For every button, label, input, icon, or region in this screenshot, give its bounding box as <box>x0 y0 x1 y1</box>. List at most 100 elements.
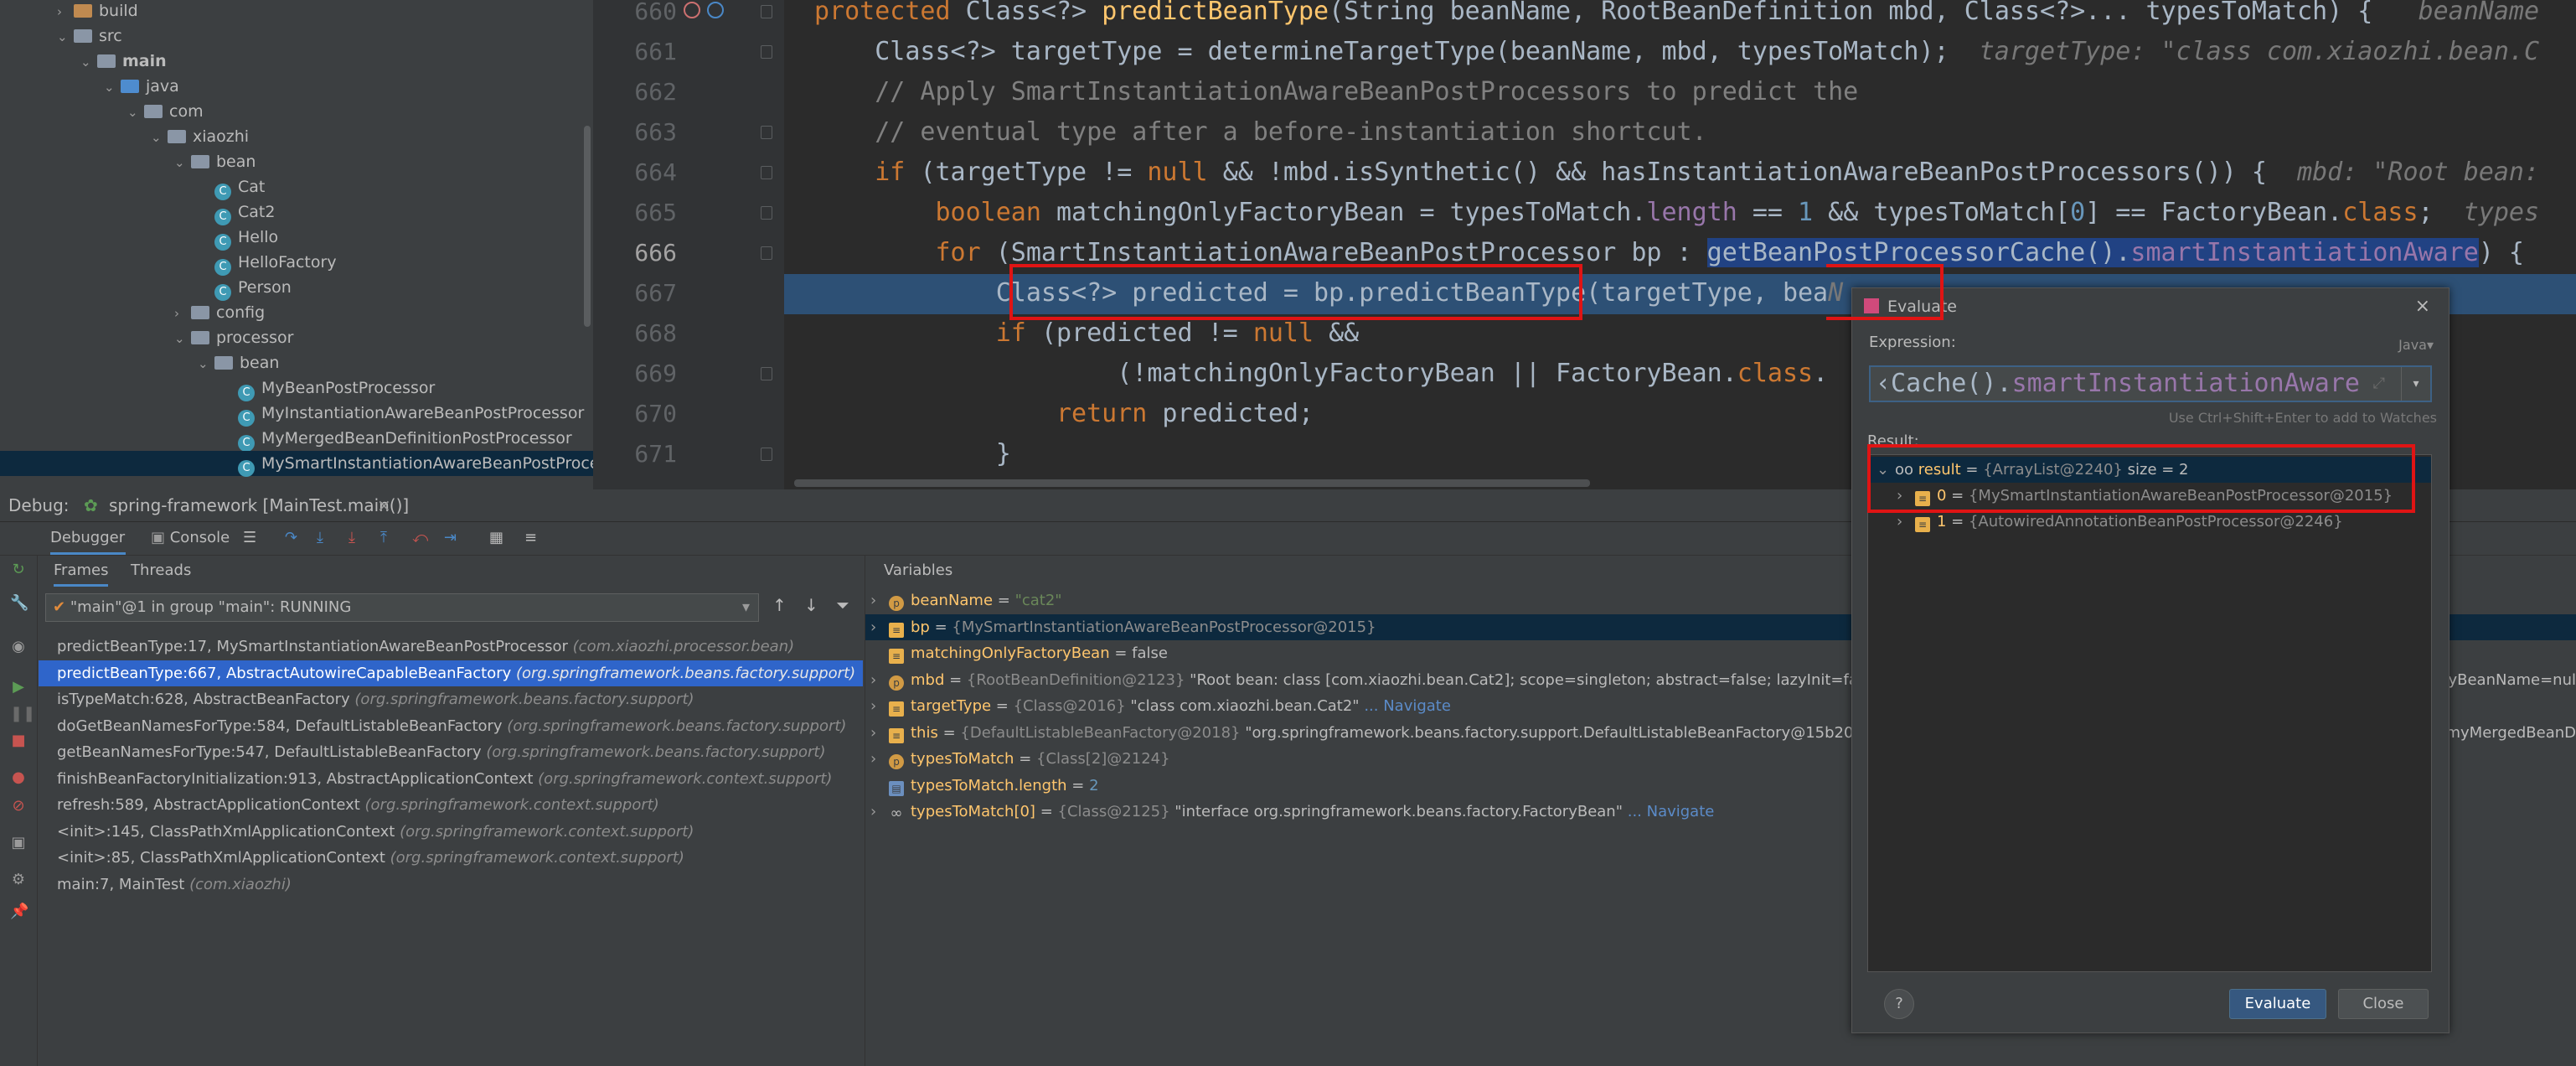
run-to-cursor-icon[interactable]: ⇥ <box>444 521 457 555</box>
history-dropdown-icon[interactable]: ▾ <box>2401 367 2430 401</box>
fold-marker-icon[interactable] <box>761 45 772 59</box>
stack-frame[interactable]: predictBeanType:17, MySmartInstantiation… <box>39 634 863 660</box>
code-line[interactable]: boolean matchingOnlyFactoryBean = typesT… <box>814 193 2539 233</box>
chevron-down-icon[interactable]: ⌄ <box>127 100 144 125</box>
chevron-down-icon[interactable]: ⌄ <box>104 75 121 100</box>
implemented-marker-icon[interactable] <box>707 2 724 18</box>
layout-icon[interactable]: ≡ <box>524 521 537 555</box>
breakpoints-icon[interactable]: ● <box>10 769 27 786</box>
expand-icon[interactable]: ⤢ <box>2373 367 2385 401</box>
stack-frame[interactable]: <init>:145, ClassPathXmlApplicationConte… <box>39 819 863 845</box>
rerun-icon[interactable]: ↻ <box>10 561 27 578</box>
chevron-right-icon[interactable]: › <box>870 667 889 693</box>
tree-item[interactable]: C Person <box>0 275 593 301</box>
chevron-down-icon[interactable]: ⌄ <box>57 24 74 49</box>
view-breakpoints-eye-icon[interactable]: ◉ <box>10 639 27 655</box>
fold-marker-icon[interactable] <box>761 206 772 220</box>
fold-marker-icon[interactable] <box>761 166 772 179</box>
camera-icon[interactable]: ▣ <box>10 835 27 851</box>
line-number[interactable]: 667 <box>593 273 677 313</box>
code-line[interactable]: return predicted; <box>814 394 1314 434</box>
fold-marker-icon[interactable] <box>761 448 772 461</box>
chevron-down-icon[interactable]: ⌄ <box>198 351 214 376</box>
force-step-into-icon[interactable]: ⤓ <box>348 521 355 555</box>
chevron-right-icon[interactable]: › <box>870 720 889 746</box>
help-button[interactable]: ? <box>1884 989 1914 1019</box>
step-over-icon[interactable]: ↷ <box>285 521 297 555</box>
override-marker-icon[interactable] <box>684 2 700 18</box>
code-line[interactable]: // Apply SmartInstantiationAwareBeanPost… <box>814 72 1858 112</box>
mute-breakpoints-icon[interactable]: ⊘ <box>10 798 27 815</box>
close-icon[interactable]: × <box>2415 288 2430 325</box>
tree-item[interactable]: ⌄ bean <box>0 149 593 174</box>
chevron-right-icon[interactable]: › <box>174 301 191 326</box>
project-tree[interactable]: › build ⌄ src ⌄ main ⌄ java ⌄ com ⌄ xiaozhi ⌄ bean C Ca… <box>0 0 593 489</box>
tree-item[interactable]: ⌄ main <box>0 49 593 74</box>
tree-item[interactable]: ⌄ src <box>0 23 593 49</box>
tree-item[interactable]: › config <box>0 300 593 325</box>
tree-item[interactable]: C MyMergedBeanDefinitionPostProcessor <box>0 426 593 452</box>
stack-frame[interactable]: isTypeMatch:628, AbstractBeanFactory (or… <box>39 686 863 712</box>
fold-marker-icon[interactable] <box>761 126 772 139</box>
code-line[interactable]: // eventual type after a before-instanti… <box>814 112 1706 153</box>
line-number[interactable]: 663 <box>593 112 677 153</box>
menu-icon[interactable]: ☰ <box>243 521 256 555</box>
chevron-right-icon[interactable]: › <box>870 587 889 613</box>
evaluate-button[interactable]: Evaluate <box>2229 989 2326 1019</box>
chevron-right-icon[interactable]: › <box>870 614 889 640</box>
stack-frame[interactable]: main:7, MainTest (com.xiaozhi) <box>39 872 863 898</box>
pin-icon[interactable]: 📌 <box>10 903 28 920</box>
chevron-right-icon[interactable]: › <box>870 693 889 719</box>
code-line[interactable]: protected Class<?> predictBeanType(Strin… <box>814 0 2539 32</box>
stack-frame[interactable]: predictBeanType:667, AbstractAutowireCap… <box>39 660 863 686</box>
gear-icon[interactable]: ⚙ <box>10 872 27 888</box>
fold-marker-icon[interactable] <box>761 246 772 260</box>
tree-scrollbar[interactable] <box>584 126 591 327</box>
line-number[interactable]: 668 <box>593 313 677 354</box>
language-selector[interactable]: Java▾ <box>2398 337 2434 353</box>
tree-item[interactable]: C MyBeanPostProcessor <box>0 375 593 401</box>
evaluate-icon[interactable]: ▦ <box>489 521 503 555</box>
code-line[interactable]: Class<?> targetType = determineTargetTyp… <box>814 32 2539 72</box>
fold-marker-icon[interactable] <box>761 367 772 380</box>
resume-icon[interactable]: ▶ <box>10 679 27 696</box>
code-line[interactable]: (!matchingOnlyFactoryBean || FactoryBean… <box>814 354 1828 394</box>
fold-marker-icon[interactable] <box>761 5 772 18</box>
chevron-down-icon[interactable]: ⌄ <box>80 49 97 75</box>
tab-console[interactable]: ▣ Console <box>151 521 230 555</box>
chevron-down-icon[interactable]: ⌄ <box>174 326 191 351</box>
line-number[interactable]: 662 <box>593 72 677 112</box>
chevron-down-icon[interactable]: ⌄ <box>151 125 168 150</box>
tree-item[interactable]: C Cat2 <box>0 199 593 225</box>
tree-item[interactable]: ⌄ com <box>0 99 593 124</box>
stack-frame[interactable]: refresh:589, AbstractApplicationContext … <box>39 792 863 818</box>
line-number[interactable]: 664 <box>593 153 677 193</box>
horizontal-scrollbar[interactable] <box>794 479 1590 487</box>
line-number[interactable]: 669 <box>593 354 677 394</box>
chevron-down-icon[interactable]: ⌄ <box>174 150 191 175</box>
navigate-link[interactable]: ... Navigate <box>1360 697 1451 715</box>
step-out-icon[interactable]: ⤒ <box>380 521 387 555</box>
code-line[interactable]: } <box>814 434 1011 474</box>
line-number[interactable]: 661 <box>593 32 677 72</box>
step-into-icon[interactable]: ⤓ <box>317 521 323 555</box>
pause-icon[interactable]: ❚❚ <box>10 706 35 722</box>
tab-debugger[interactable]: Debugger <box>50 521 126 555</box>
chevron-right-icon[interactable]: › <box>870 746 889 772</box>
line-number[interactable]: 671 <box>593 434 677 474</box>
close-session-icon[interactable]: × <box>377 489 391 521</box>
stack-frame[interactable]: <init>:85, ClassPathXmlApplicationContex… <box>39 845 863 871</box>
tree-item[interactable]: C HelloFactory <box>0 250 593 276</box>
tree-item[interactable]: › build <box>0 0 593 23</box>
tree-item[interactable]: ⌄ java <box>0 74 593 99</box>
stop-icon[interactable]: ■ <box>10 732 27 749</box>
tree-item[interactable]: C Cat <box>0 174 593 200</box>
stack-frame[interactable]: finishBeanFactoryInitialization:913, Abs… <box>39 766 863 792</box>
line-number[interactable]: 666 <box>593 233 677 273</box>
line-number[interactable]: 660 <box>593 0 677 32</box>
tree-item[interactable]: C Hello <box>0 225 593 251</box>
debug-session-tab[interactable]: spring-framework [MainTest.main()] <box>109 489 409 521</box>
navigate-link[interactable]: ... Navigate <box>1623 803 1715 820</box>
drop-frame-icon[interactable]: ⤺ <box>412 521 428 555</box>
stack-frame[interactable]: getBeanNamesForType:547, DefaultListable… <box>39 739 863 765</box>
